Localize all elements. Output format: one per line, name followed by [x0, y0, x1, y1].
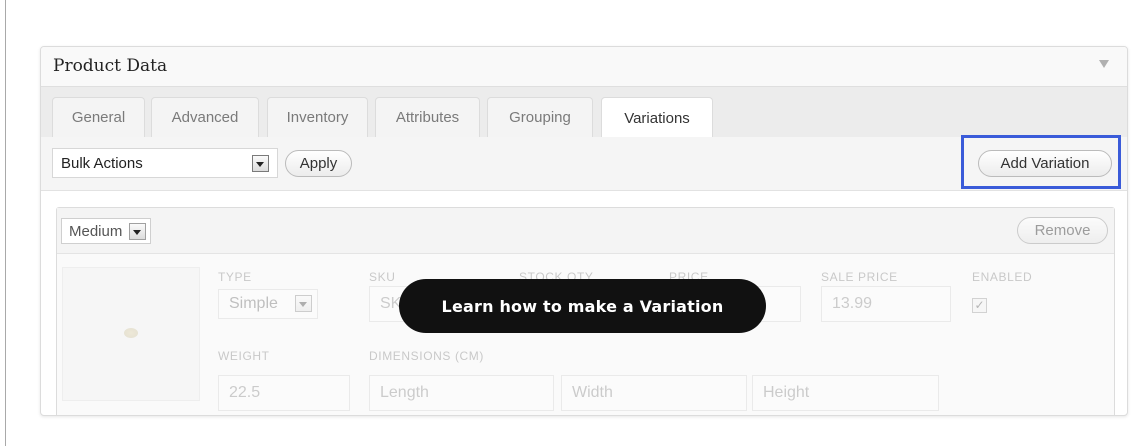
enabled-label: ENABLED: [972, 270, 1033, 284]
image-placeholder-icon: [124, 328, 138, 338]
attribute-select[interactable]: Medium: [61, 218, 152, 244]
tab-variations[interactable]: Variations: [601, 97, 713, 138]
sale-price-label: SALE PRICE: [821, 270, 898, 284]
add-variation-button[interactable]: Add Variation: [978, 150, 1112, 177]
dropdown-arrow-icon[interactable]: [129, 223, 147, 240]
dropdown-arrow-icon[interactable]: [295, 295, 312, 312]
sale-price-input[interactable]: 13.99: [821, 286, 951, 322]
enabled-checkbox[interactable]: ✓: [972, 298, 987, 313]
tab-inventory[interactable]: Inventory: [267, 97, 368, 137]
apply-button[interactable]: Apply: [285, 150, 352, 177]
weight-input[interactable]: 22.5: [218, 375, 350, 411]
width-input[interactable]: Width: [561, 375, 747, 411]
product-data-panel: Product Data General Advanced Inventory …: [40, 46, 1128, 416]
type-label: TYPE: [218, 270, 252, 284]
tab-general[interactable]: General: [52, 97, 145, 137]
sku-label: SKU: [369, 270, 396, 284]
dimensions-label: DIMENSIONS (CM): [369, 349, 484, 363]
weight-label: WEIGHT: [218, 349, 270, 363]
collapse-triangle-icon[interactable]: [1099, 60, 1109, 68]
panel-title: Product Data: [53, 56, 168, 76]
remove-button[interactable]: Remove: [1017, 217, 1108, 244]
variation-image[interactable]: [62, 267, 200, 401]
bulk-actions-value: Bulk Actions: [61, 155, 143, 172]
type-value: Simple: [229, 295, 278, 312]
tabs-bar: General Advanced Inventory Attributes Gr…: [41, 87, 1127, 138]
variations-toolbar: Bulk Actions Apply Add Variation: [41, 135, 1127, 191]
length-input[interactable]: Length: [369, 375, 554, 411]
tab-grouping[interactable]: Grouping: [487, 97, 593, 137]
height-input[interactable]: Height: [752, 375, 939, 411]
dropdown-arrow-icon[interactable]: [252, 155, 269, 172]
panel-header[interactable]: Product Data: [41, 47, 1127, 87]
page-edge-divider: [5, 0, 6, 446]
type-select[interactable]: Simple: [218, 289, 318, 319]
variation-header: Medium Remove: [57, 208, 1114, 254]
bulk-actions-select[interactable]: Bulk Actions: [52, 148, 278, 178]
tutorial-tooltip[interactable]: Learn how to make a Variation: [399, 279, 766, 333]
tab-advanced[interactable]: Advanced: [151, 97, 259, 137]
tab-attributes[interactable]: Attributes: [375, 97, 480, 137]
attribute-value: Medium: [69, 223, 123, 240]
